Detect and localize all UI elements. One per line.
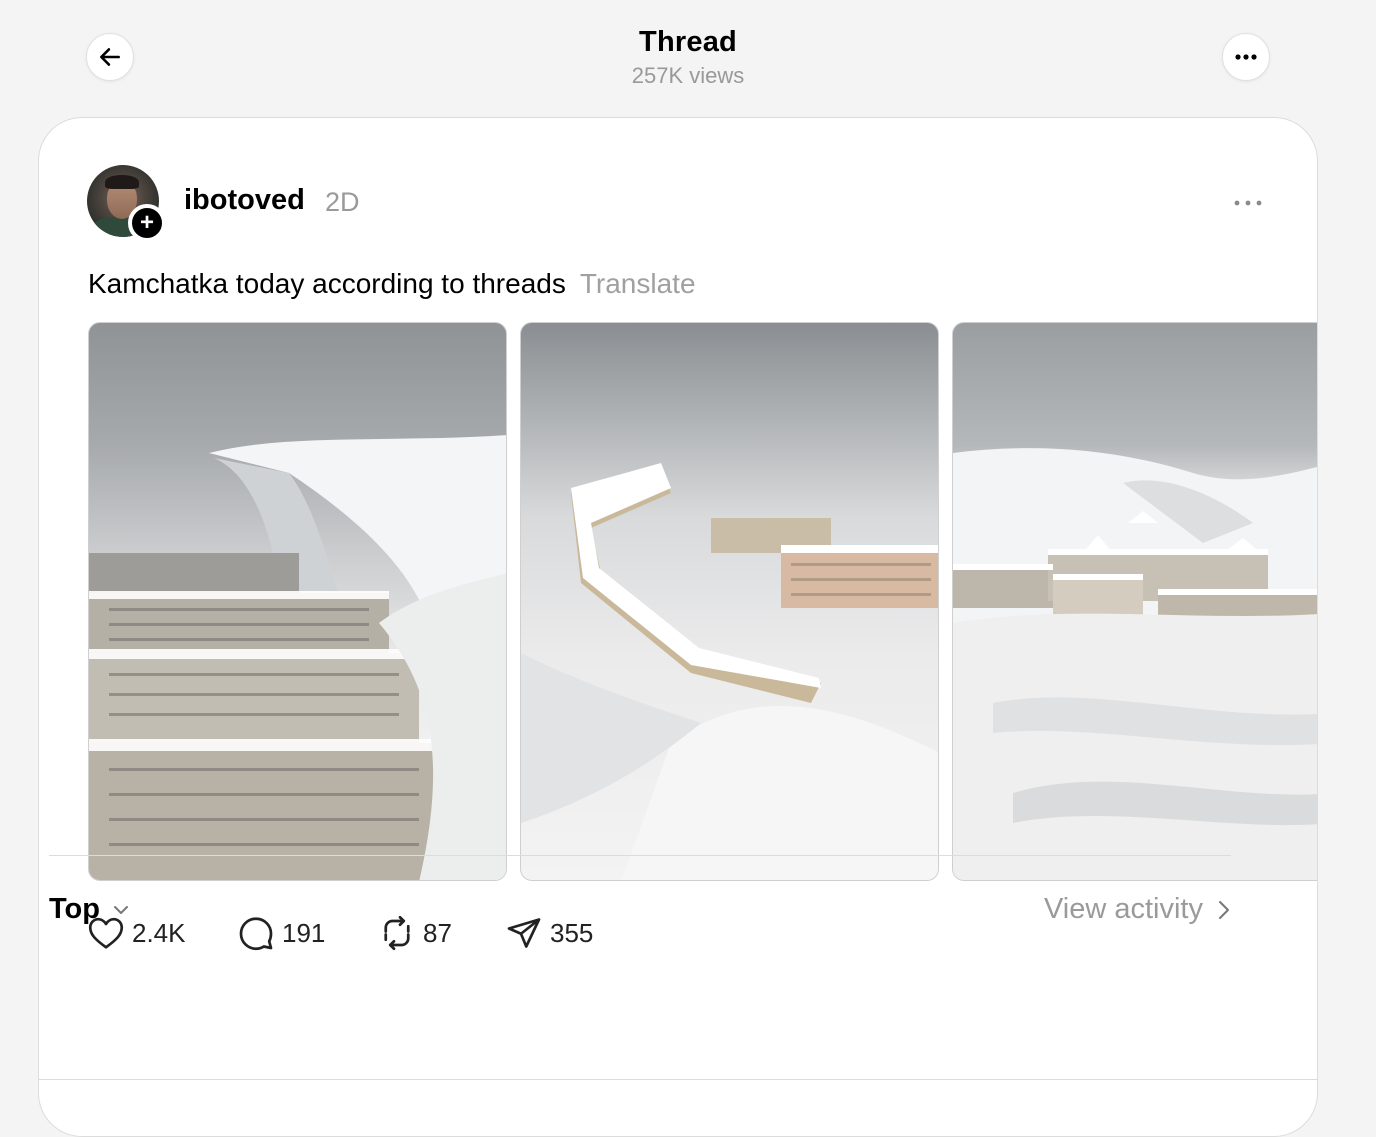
username[interactable]: ibotoved xyxy=(184,184,305,217)
sort-dropdown[interactable]: Top xyxy=(49,893,130,926)
post-menu-button[interactable] xyxy=(1233,188,1263,218)
sort-label: Top xyxy=(49,893,100,925)
chevron-right-icon xyxy=(1219,900,1229,919)
view-activity-link[interactable]: View activity xyxy=(1044,893,1231,926)
post-image-3[interactable] xyxy=(952,322,1317,881)
actions-divider xyxy=(49,855,1231,856)
snow-scene-illustration xyxy=(521,463,938,880)
more-horizontal-icon xyxy=(1235,54,1257,60)
thread-more-button[interactable] xyxy=(1222,33,1270,81)
replies-sort-bar: Top View activity xyxy=(49,893,1231,933)
card-bottom-rule xyxy=(38,1079,1318,1080)
snow-scene-illustration xyxy=(89,435,506,880)
more-horizontal-icon xyxy=(1234,200,1262,206)
avatar-hair xyxy=(105,175,139,189)
view-activity-label: View activity xyxy=(1043,893,1203,925)
header-title-block: Thread 257K views xyxy=(0,26,1376,89)
post-image-2[interactable] xyxy=(520,322,939,881)
view-count: 257K views xyxy=(631,63,745,88)
post-card: + ibotoved 2D Kamchatka today according … xyxy=(38,117,1318,1137)
page-title: Thread xyxy=(639,26,737,58)
post-text: Kamchatka today according to threads xyxy=(88,268,566,299)
snow-scene-illustration xyxy=(953,448,1317,880)
thread-header: Thread 257K views xyxy=(0,0,1376,118)
post-image-1[interactable] xyxy=(88,322,507,881)
post-body: Kamchatka today according to threads Tran… xyxy=(88,268,696,300)
translate-link[interactable]: Translate xyxy=(580,268,696,299)
chevron-down-icon xyxy=(114,905,128,914)
post-timestamp: 2D xyxy=(325,187,360,217)
follow-plus-icon[interactable]: + xyxy=(128,204,166,242)
